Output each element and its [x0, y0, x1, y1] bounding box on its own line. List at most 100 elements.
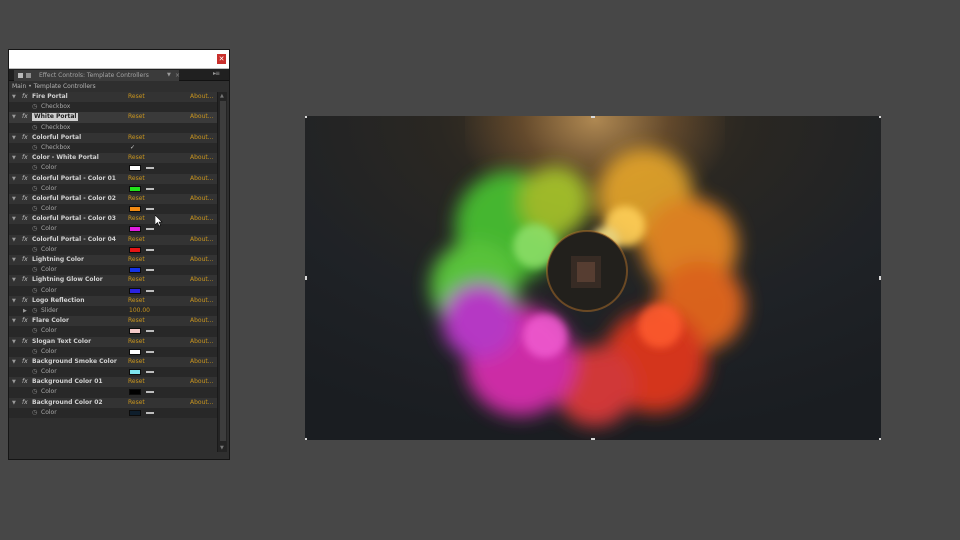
about-link[interactable]: About...: [190, 377, 213, 387]
color-swatch[interactable]: [129, 226, 141, 233]
about-link[interactable]: About...: [190, 398, 213, 408]
scrollbar-thumb[interactable]: [220, 101, 226, 441]
reset-link[interactable]: Reset: [128, 377, 145, 387]
fx-icon[interactable]: fx: [22, 194, 28, 204]
stopwatch-icon[interactable]: ◷: [32, 184, 37, 194]
stopwatch-icon[interactable]: ◷: [32, 408, 37, 418]
panel-menu-icon[interactable]: ▸≡: [213, 70, 220, 77]
effect-row[interactable]: ▼ fx Colorful Portal - Color 03 Reset About.…: [9, 214, 217, 225]
about-link[interactable]: About...: [190, 337, 213, 347]
twirl-down-icon[interactable]: ▼: [12, 377, 16, 387]
checkbox[interactable]: ✓: [130, 143, 135, 153]
effect-row[interactable]: ▼ fx Background Color 01 Reset About...: [9, 377, 217, 388]
transform-handle[interactable]: [305, 438, 307, 440]
reset-link[interactable]: Reset: [128, 92, 145, 102]
color-swatch[interactable]: [129, 287, 141, 294]
color-swatch[interactable]: [129, 409, 141, 416]
transform-handle[interactable]: [591, 438, 595, 440]
reset-link[interactable]: Reset: [128, 275, 145, 285]
reset-link[interactable]: Reset: [128, 255, 145, 265]
effect-row[interactable]: ▼ fx Colorful Portal Reset About...: [9, 132, 217, 143]
about-link[interactable]: About...: [190, 214, 213, 224]
effect-row[interactable]: ▼ fx Slogan Text Color Reset About...: [9, 336, 217, 347]
eyedropper-icon[interactable]: [146, 391, 154, 394]
composition-viewer[interactable]: [305, 116, 881, 440]
twirl-down-icon[interactable]: ▼: [12, 214, 16, 224]
chevron-down-icon[interactable]: ▼: [167, 70, 171, 81]
twirl-down-icon[interactable]: ▼: [12, 275, 16, 285]
fx-icon[interactable]: fx: [22, 275, 28, 285]
scrollbar[interactable]: ▲ ▼: [217, 92, 227, 452]
effect-row[interactable]: ▼ fx Colorful Portal - Color 02 Reset About.…: [9, 193, 217, 205]
twirl-down-icon[interactable]: ▼: [12, 112, 16, 122]
slider-value[interactable]: 100.00: [129, 306, 150, 316]
twirl-down-icon[interactable]: ▼: [12, 153, 16, 163]
reset-link[interactable]: Reset: [128, 194, 145, 204]
effect-row[interactable]: ▼ fx Color - White Portal Reset About...: [9, 153, 217, 164]
stopwatch-icon[interactable]: ◷: [32, 245, 37, 255]
fx-icon[interactable]: fx: [22, 316, 28, 326]
effect-row[interactable]: ▼ fx Background Smoke Color Reset About...: [9, 356, 217, 368]
effect-row[interactable]: ▼ fx Fire Portal Reset About...: [9, 92, 217, 103]
tab-close-icon[interactable]: ×: [175, 70, 180, 81]
scroll-up-icon[interactable]: ▲: [220, 93, 224, 99]
stopwatch-icon[interactable]: ◷: [32, 224, 37, 234]
fx-icon[interactable]: fx: [22, 255, 28, 265]
twirl-down-icon[interactable]: ▼: [12, 92, 16, 102]
fx-icon[interactable]: fx: [22, 398, 28, 408]
fx-icon[interactable]: fx: [22, 337, 28, 347]
stopwatch-icon[interactable]: ◷: [32, 143, 37, 153]
effect-row[interactable]: ▼ fx Colorful Portal - Color 01 Reset About.…: [9, 173, 217, 184]
reset-link[interactable]: Reset: [128, 235, 145, 245]
twirl-down-icon[interactable]: ▼: [12, 296, 16, 306]
twirl-down-icon[interactable]: ▼: [12, 337, 16, 347]
color-swatch[interactable]: [129, 328, 141, 335]
fx-icon[interactable]: fx: [22, 296, 28, 306]
eyedropper-icon[interactable]: [146, 167, 154, 170]
color-swatch[interactable]: [129, 246, 141, 253]
reset-link[interactable]: Reset: [128, 214, 145, 224]
color-swatch[interactable]: [129, 185, 141, 192]
reset-link[interactable]: Reset: [128, 357, 145, 367]
twirl-down-icon[interactable]: ▼: [12, 174, 16, 184]
reset-link[interactable]: Reset: [128, 337, 145, 347]
stopwatch-icon[interactable]: ◷: [32, 387, 37, 397]
eyedropper-icon[interactable]: [146, 187, 154, 190]
stopwatch-icon[interactable]: ◷: [32, 286, 37, 296]
fx-icon[interactable]: fx: [22, 235, 28, 245]
color-swatch[interactable]: [129, 389, 141, 396]
stopwatch-icon[interactable]: ◷: [32, 347, 37, 357]
about-link[interactable]: About...: [190, 153, 213, 163]
about-link[interactable]: About...: [190, 255, 213, 265]
about-link[interactable]: About...: [190, 194, 213, 204]
eyedropper-icon[interactable]: [146, 248, 154, 251]
reset-link[interactable]: Reset: [128, 112, 145, 122]
eyedropper-icon[interactable]: [146, 350, 154, 353]
about-link[interactable]: About...: [190, 235, 213, 245]
lock-icon[interactable]: [26, 73, 31, 78]
effect-row[interactable]: ▼ fx White Portal Reset About...: [9, 112, 217, 123]
effect-row[interactable]: ▼ fx Flare Color Reset About...: [9, 316, 217, 327]
reset-link[interactable]: Reset: [128, 316, 145, 326]
tab-effect-controls[interactable]: Effect Controls: Template Controllers ▼ …: [14, 70, 180, 81]
eyedropper-icon[interactable]: [146, 330, 154, 333]
reset-link[interactable]: Reset: [128, 398, 145, 408]
fx-icon[interactable]: fx: [22, 92, 28, 102]
twirl-right-icon[interactable]: ▶: [23, 306, 27, 316]
stopwatch-icon[interactable]: ◷: [32, 163, 37, 173]
stopwatch-icon[interactable]: ◷: [32, 102, 37, 112]
about-link[interactable]: About...: [190, 357, 213, 367]
transform-handle[interactable]: [305, 116, 307, 118]
eyedropper-icon[interactable]: [146, 208, 154, 211]
fx-icon[interactable]: fx: [22, 377, 28, 387]
stopwatch-icon[interactable]: ◷: [32, 326, 37, 336]
effect-row[interactable]: ▼ fx Logo Reflection Reset About...: [9, 295, 217, 306]
transform-handle[interactable]: [879, 116, 881, 118]
about-link[interactable]: About...: [190, 174, 213, 184]
about-link[interactable]: About...: [190, 316, 213, 326]
eyedropper-icon[interactable]: [146, 411, 154, 414]
about-link[interactable]: About...: [190, 92, 213, 102]
twirl-down-icon[interactable]: ▼: [12, 133, 16, 143]
scroll-down-icon[interactable]: ▼: [220, 445, 224, 451]
fx-icon[interactable]: fx: [22, 153, 28, 163]
